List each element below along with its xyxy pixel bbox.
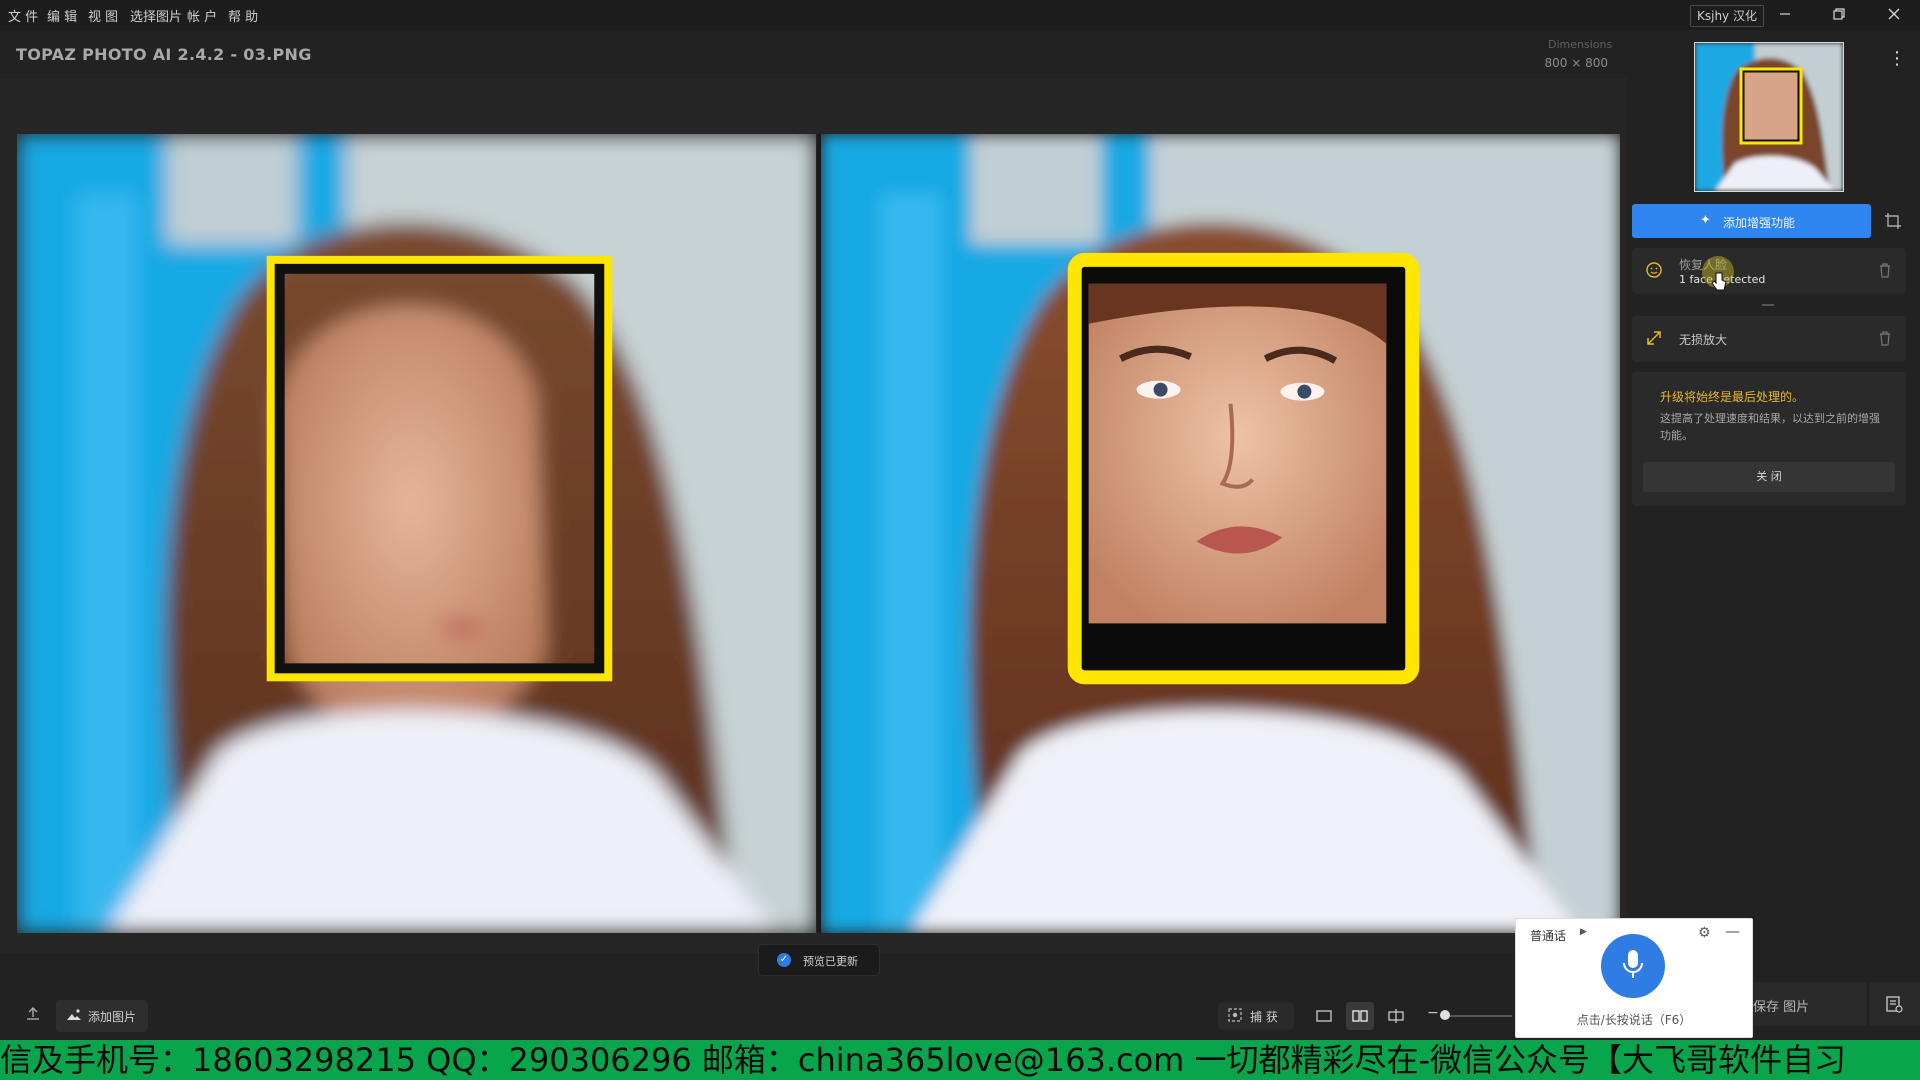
voice-language-selector[interactable]: 普通话 bbox=[1530, 927, 1566, 944]
capture-label: 捕 获 bbox=[1250, 1010, 1278, 1024]
hand-pointer-icon bbox=[1711, 272, 1727, 296]
enhanced-preview[interactable] bbox=[821, 134, 1620, 933]
menu-help[interactable]: 帮 助 bbox=[228, 6, 258, 25]
banner-text: 信及手机号：18603298215 QQ：290306296 邮箱：china3… bbox=[0, 1041, 1847, 1079]
title-bar bbox=[0, 0, 1920, 30]
single-view-button[interactable] bbox=[1310, 1002, 1338, 1030]
voice-hint-text: 点击/长按说话（F6） bbox=[1576, 1013, 1692, 1027]
sparkle-icon: ✦ bbox=[1700, 213, 1711, 228]
menu-file[interactable]: 文 件 bbox=[8, 6, 38, 25]
minimize-widget-icon[interactable]: — bbox=[1725, 922, 1740, 940]
voice-input-widget[interactable]: 普通话 ▶ ⚙ — 点击/长按说话（F6） bbox=[1515, 918, 1753, 1038]
save-image-label: 保存 图片 bbox=[1753, 1000, 1810, 1015]
dimensions-label: Dimensions bbox=[1548, 38, 1613, 51]
caret-right-icon: ▶ bbox=[1580, 927, 1587, 937]
zoom-slider-handle[interactable] bbox=[1440, 1010, 1450, 1020]
single-view-icon bbox=[1316, 1010, 1332, 1022]
close-notice-button[interactable]: 关 闭 bbox=[1643, 462, 1895, 492]
contact-banner: 信及手机号：18603298215 QQ：290306296 邮箱：china3… bbox=[0, 1040, 1920, 1080]
navigator-thumbnail[interactable] bbox=[1694, 42, 1844, 192]
capture-button[interactable]: 捕 获 bbox=[1218, 1002, 1294, 1030]
microphone-icon bbox=[1623, 950, 1643, 978]
upload-icon bbox=[27, 1007, 39, 1020]
translator-badge: Ksjhy 汉化 bbox=[1690, 5, 1764, 27]
reorder-handle[interactable] bbox=[1762, 304, 1774, 306]
upload-button[interactable] bbox=[22, 1006, 44, 1028]
more-options-icon[interactable]: ⋮ bbox=[1888, 48, 1906, 69]
crop-button[interactable] bbox=[1880, 206, 1906, 236]
notice-body: 这提高了处理速度和结果，以达到之前的增强功能。 bbox=[1660, 412, 1880, 442]
check-icon: ✓ bbox=[777, 953, 791, 967]
thumbnail-image bbox=[1695, 43, 1843, 191]
export-icon bbox=[1886, 996, 1903, 1013]
upscale-info-notice: 升级将始终是最后处理的。 这提高了处理速度和结果，以达到之前的增强功能。 关 闭 bbox=[1632, 372, 1906, 506]
split-view-button[interactable] bbox=[1382, 1002, 1410, 1030]
split-view-icon bbox=[1388, 1009, 1404, 1023]
crop-icon bbox=[1885, 213, 1901, 229]
upscale-title: 无损放大 bbox=[1679, 333, 1728, 347]
minimize-icon bbox=[1780, 13, 1790, 15]
menu-select-image[interactable]: 选择图片 bbox=[130, 6, 182, 25]
restore-window-button[interactable] bbox=[1826, 2, 1852, 28]
zoom-slider-track[interactable] bbox=[1442, 1015, 1512, 1017]
minimize-window-button[interactable] bbox=[1772, 2, 1798, 28]
add-enhancement-button[interactable]: ✦ 添加增强功能 bbox=[1632, 204, 1871, 238]
menu-account[interactable]: 帐 户 bbox=[187, 6, 217, 25]
face-icon bbox=[1645, 261, 1663, 283]
side-by-side-view-button[interactable] bbox=[1346, 1002, 1374, 1030]
close-window-button[interactable] bbox=[1881, 2, 1907, 28]
menu-edit[interactable]: 编 辑 bbox=[47, 6, 77, 25]
delete-upscale-icon[interactable] bbox=[1878, 330, 1892, 350]
image-icon bbox=[66, 1007, 82, 1027]
dimensions-value: 800 × 800 bbox=[1544, 56, 1609, 70]
add-image-button[interactable]: 添加图片 bbox=[56, 1000, 148, 1032]
portrait-original-image bbox=[17, 134, 816, 933]
add-image-label: 添加图片 bbox=[88, 1010, 137, 1024]
portrait-enhanced-image bbox=[821, 134, 1620, 933]
preview-updated-status: ✓ 预览已更新 bbox=[758, 944, 880, 976]
document-title: TOPAZ PHOTO AI 2.4.2 - 03.PNG bbox=[16, 45, 312, 64]
face-recovery-card[interactable]: 恢复人脸 1 face detected bbox=[1632, 248, 1906, 294]
upscale-card[interactable]: 无损放大 bbox=[1632, 316, 1906, 362]
expand-arrows-icon bbox=[1645, 329, 1663, 351]
side-by-side-icon bbox=[1352, 1010, 1368, 1022]
microphone-button[interactable] bbox=[1601, 934, 1665, 998]
menu-view[interactable]: 视 图 bbox=[88, 6, 118, 25]
notice-heading: 升级将始终是最后处理的。 bbox=[1660, 390, 1805, 404]
original-preview[interactable] bbox=[17, 134, 816, 933]
delete-face-recovery-icon[interactable] bbox=[1878, 262, 1892, 282]
zoom-out-button[interactable]: − bbox=[1427, 1005, 1439, 1021]
gear-icon[interactable]: ⚙ bbox=[1698, 925, 1711, 941]
camera-icon bbox=[1228, 1008, 1242, 1025]
restore-icon bbox=[1833, 8, 1845, 20]
export-settings-button[interactable] bbox=[1868, 982, 1920, 1026]
add-enhancement-label: 添加增强功能 bbox=[1723, 216, 1796, 230]
close-icon bbox=[1888, 8, 1900, 20]
preview-updated-label: 预览已更新 bbox=[803, 955, 858, 968]
